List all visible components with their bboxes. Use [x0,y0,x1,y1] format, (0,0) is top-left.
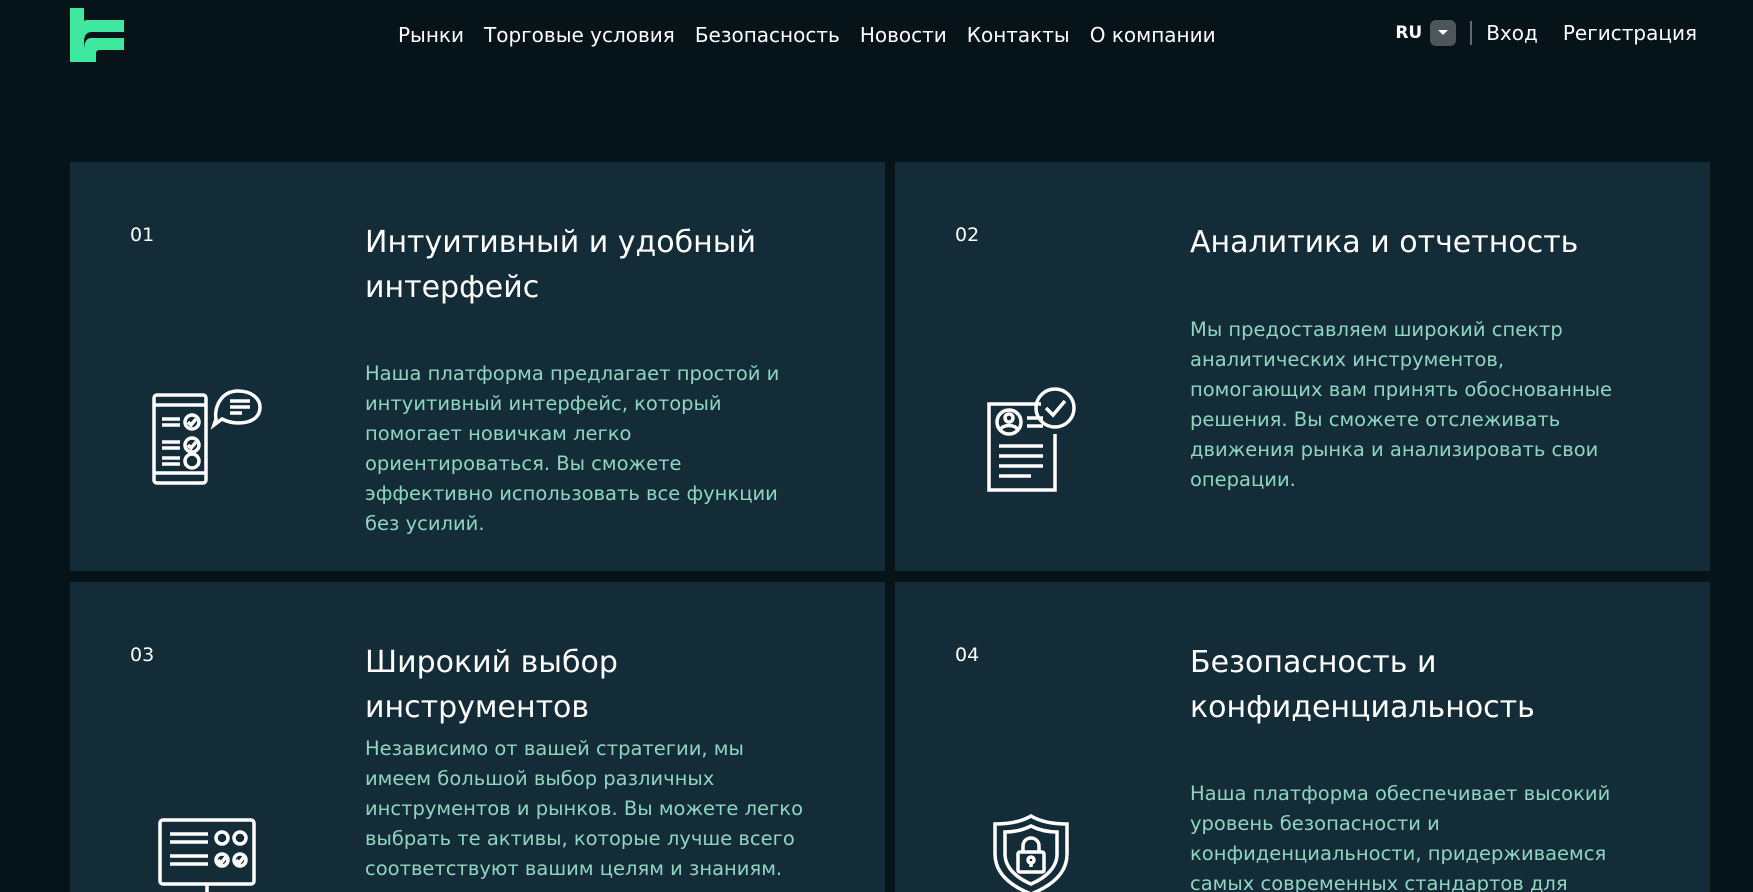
language-label[interactable]: RU [1395,20,1422,46]
feature-title: Аналитика и отчетность [1190,225,1579,260]
language-dropdown-button[interactable] [1430,20,1457,46]
feature-number: 03 [130,644,155,666]
feature-title: Широкий выбор инструментов [365,645,618,725]
nav-link-contacts[interactable]: Контакты [967,22,1070,48]
site-header: Рынки Торговые условия Безопасность Ново… [0,0,1753,72]
nav-link-news[interactable]: Новости [860,22,947,48]
nav-link-trading-conditions[interactable]: Торговые условия [484,22,675,48]
feature-card-1: 01 Интуитивный и удобный интерфейс Наша … [70,162,885,571]
feature-description: Наша платформа обеспечивает высокий уров… [1190,782,1611,892]
nav-link-about[interactable]: О компании [1090,22,1216,48]
page: Рынки Торговые условия Безопасность Ново… [0,0,1753,892]
checklist-chat-icon [152,389,262,485]
header-divider [1470,21,1473,45]
brand-logo-icon[interactable] [70,8,124,62]
header-actions: RU Вход Регистрация [1395,20,1697,46]
login-link[interactable]: Вход [1486,20,1538,46]
feature-description: Наша платформа предлагает простой и инту… [365,362,780,535]
feature-number: 02 [955,224,980,246]
verified-document-icon [987,387,1076,492]
feature-description: Независимо от вашей стратегии, мы имеем … [365,737,803,880]
feature-card-3: 03 Широкий выбор инструментов Независимо… [70,582,885,892]
feature-title: Интуитивный и удобный интерфейс [365,225,756,305]
nav-link-markets[interactable]: Рынки [398,22,464,48]
nav-link-security[interactable]: Безопасность [695,22,840,48]
feature-card-2: 02 Аналитика и отчетность Мы предоставля… [895,162,1710,571]
register-link[interactable]: Регистрация [1563,20,1697,46]
feature-number: 04 [955,644,980,666]
feature-title: Безопасность и конфиденциальность [1190,645,1535,725]
feature-card-4: 04 Безопасность и конфиденциальность Наш… [895,582,1710,892]
main-nav: Рынки Торговые условия Безопасность Ново… [398,22,1216,48]
feature-description: Мы предоставляем широкий спектр аналитич… [1190,318,1613,491]
feature-number: 01 [130,224,155,246]
shield-lock-icon [993,814,1069,892]
chevron-down-icon [1438,30,1449,35]
monitor-dashboard-icon [158,818,256,892]
